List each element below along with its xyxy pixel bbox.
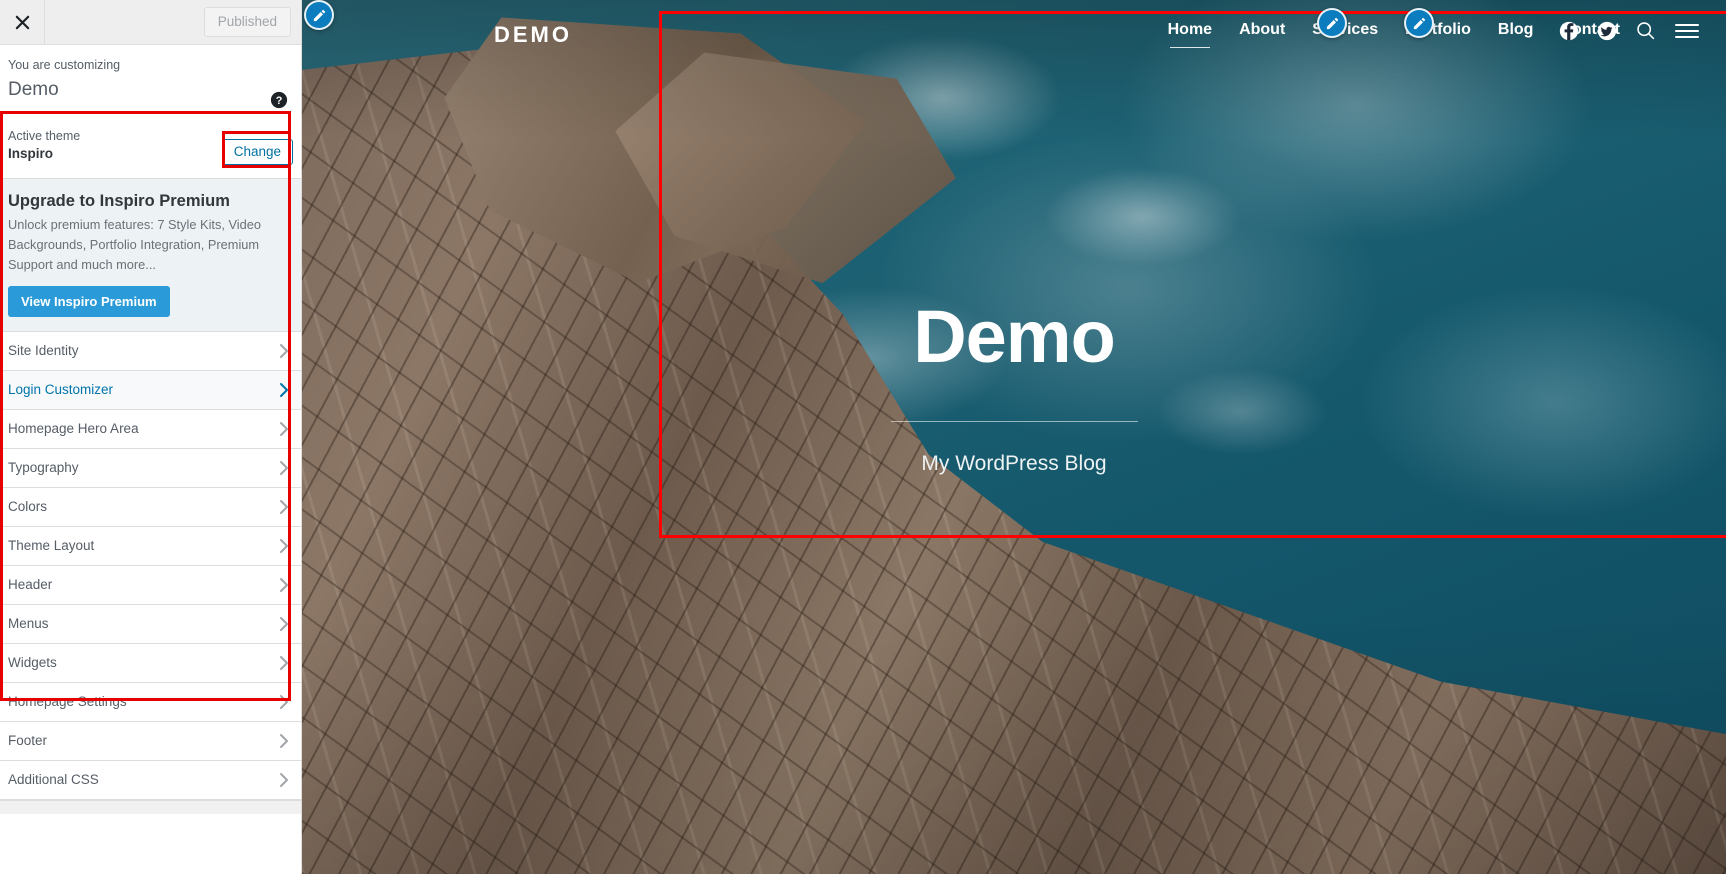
sidebar-panel-label: Header <box>8 577 53 593</box>
sidebar-panel-widgets[interactable]: Widgets <box>0 643 301 683</box>
chevron-right-icon <box>279 382 289 398</box>
customizing-label: You are customizing <box>8 58 121 72</box>
help-icon[interactable]: ? <box>270 91 288 109</box>
sidebar-panel-label: Login Customizer <box>8 382 114 398</box>
chevron-right-icon <box>279 577 289 593</box>
chevron-right-icon <box>279 499 289 515</box>
chevron-right-icon <box>279 733 289 749</box>
sidebar-panel-additional-css[interactable]: Additional CSS <box>0 760 301 800</box>
upgrade-description: Unlock premium features: 7 Style Kits, V… <box>8 217 261 272</box>
site-preview[interactable]: DEMO HomeAboutServicesPortfolioBlogConta… <box>302 0 1726 874</box>
chevron-right-icon <box>279 343 289 359</box>
nav-link-blog[interactable]: Blog <box>1498 21 1534 39</box>
chevron-right-icon <box>279 694 289 710</box>
svg-text:?: ? <box>276 95 283 107</box>
chevron-right-icon <box>279 538 289 554</box>
sidebar-panel-homepage-settings[interactable]: Homepage Settings <box>0 682 301 722</box>
sidebar-panel-label: Site Identity <box>8 343 79 359</box>
facebook-icon[interactable] <box>1559 21 1579 41</box>
sidebar-panel-site-identity[interactable]: Site Identity <box>0 331 301 371</box>
twitter-icon[interactable] <box>1597 21 1617 41</box>
view-inspiro-premium-button[interactable]: View Inspiro Premium <box>8 285 170 317</box>
sidebar-panel-label: Homepage Settings <box>8 694 127 710</box>
sidebar-panel-header[interactable]: Header <box>0 565 301 605</box>
search-icon[interactable] <box>1635 20 1656 41</box>
sidebar-panel-label: Additional CSS <box>8 772 99 788</box>
upgrade-title: Upgrade to Inspiro Premium <box>8 191 230 210</box>
pencil-edit-icon[interactable] <box>304 0 334 30</box>
hero-section: Demo My WordPress Blog <box>302 300 1726 476</box>
sidebar-panel-homepage-hero-area[interactable]: Homepage Hero Area <box>0 409 301 449</box>
published-button[interactable]: Published <box>203 7 291 37</box>
customizer-sidebar: Published You are customizing Demo ? Act… <box>0 0 302 874</box>
sidebar-panel-typography[interactable]: Typography <box>0 448 301 488</box>
sidebar-panel-theme-layout[interactable]: Theme Layout <box>0 526 301 566</box>
hero-tagline: My WordPress Blog <box>921 452 1107 475</box>
change-theme-button[interactable]: Change <box>221 139 293 165</box>
active-theme-row: Active theme Inspiro Change <box>0 113 301 179</box>
primary-nav-menu: HomeAboutServicesPortfolioBlogContact <box>1168 21 1620 48</box>
sidebar-panel-label: Colors <box>8 499 48 515</box>
nav-link-home[interactable]: Home <box>1168 21 1212 48</box>
sidebar-panel-login-customizer[interactable]: Login Customizer <box>0 370 301 410</box>
hamburger-menu-icon[interactable] <box>1674 21 1700 41</box>
chevron-right-icon <box>279 421 289 437</box>
nav-icon-group <box>1559 20 1700 41</box>
sidebar-panel-menus[interactable]: Menus <box>0 604 301 644</box>
sidebar-bottom-strip <box>0 799 301 814</box>
sidebar-panel-footer[interactable]: Footer <box>0 721 301 761</box>
chevron-right-icon <box>279 655 289 671</box>
chevron-right-icon <box>279 772 289 788</box>
pencil-edit-icon[interactable] <box>1404 8 1434 38</box>
upgrade-panel: Upgrade to Inspiro Premium Unlock premiu… <box>0 178 301 332</box>
sidebar-panel-label: Homepage Hero Area <box>8 421 139 437</box>
sidebar-panel-label: Typography <box>8 460 79 476</box>
hero-divider <box>890 421 1138 422</box>
sidebar-panel-label: Theme Layout <box>8 538 95 554</box>
chevron-right-icon <box>279 460 289 476</box>
pencil-edit-icon[interactable] <box>1317 8 1347 38</box>
customizer-header-bar: Published <box>0 0 301 45</box>
hero-title: Demo <box>913 295 1116 378</box>
customizer-info: You are customizing Demo ? <box>0 45 301 113</box>
customizer-panel-list: Site Identity Login Customizer Homepage He… <box>0 331 301 800</box>
site-navigation-bar: DEMO HomeAboutServicesPortfolioBlogConta… <box>302 0 1726 68</box>
chevron-right-icon <box>279 616 289 632</box>
site-logo[interactable]: DEMO <box>494 22 572 48</box>
sidebar-panel-label: Widgets <box>8 655 57 671</box>
customizer-screen: Published You are customizing Demo ? Act… <box>0 0 1726 874</box>
close-icon[interactable] <box>0 0 45 44</box>
sidebar-panel-label: Menus <box>8 616 49 632</box>
nav-link-about[interactable]: About <box>1239 21 1285 39</box>
sidebar-panel-colors[interactable]: Colors <box>0 487 301 527</box>
page-title: Demo <box>8 78 59 100</box>
sidebar-panel-label: Footer <box>8 733 48 749</box>
